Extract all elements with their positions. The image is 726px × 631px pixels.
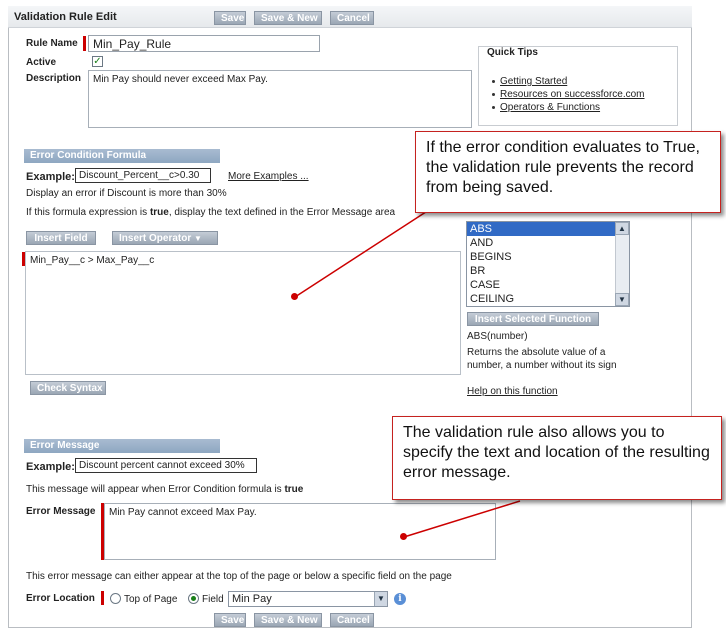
message-callout-line — [403, 500, 521, 538]
callout-connector-lines — [294, 207, 521, 538]
condition-callout: If the error condition evaluates to True… — [415, 131, 721, 213]
condition-callout-dot — [291, 293, 298, 300]
message-callout: The validation rule also allows you to s… — [392, 416, 722, 500]
message-callout-dot — [400, 533, 407, 540]
condition-callout-line — [294, 207, 433, 298]
